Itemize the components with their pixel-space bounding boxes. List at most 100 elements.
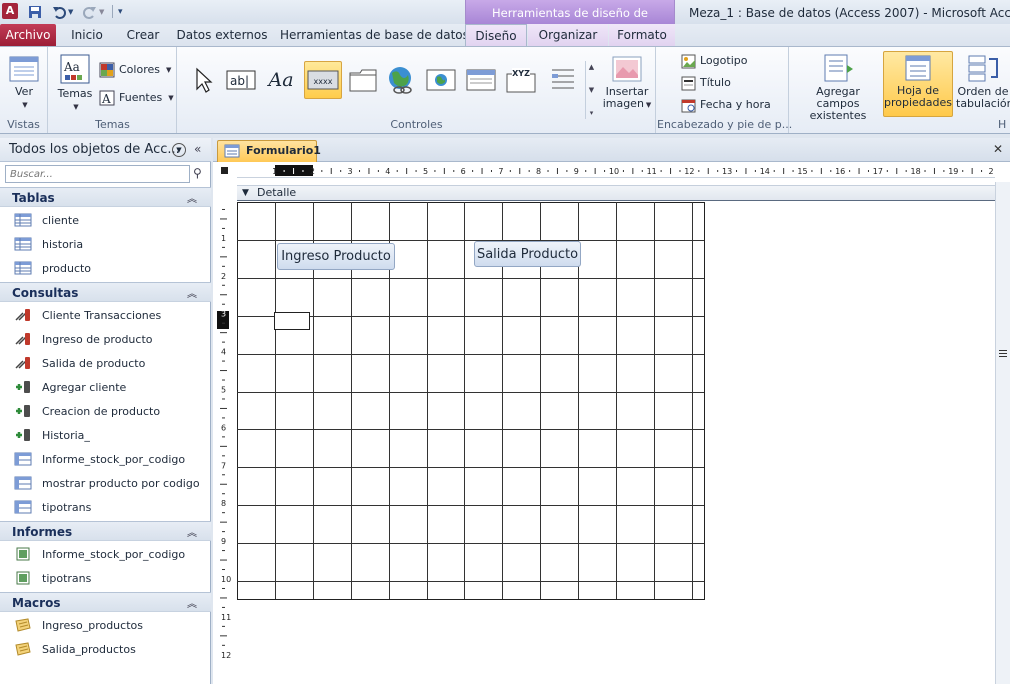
label-tool[interactable]: Aa [264,63,298,97]
nav-item[interactable]: Ingreso_productos [0,613,210,637]
search-icon[interactable]: ⚲ [193,166,202,180]
nav-item[interactable]: Cliente Transacciones [0,303,210,327]
hoja-propiedades-button[interactable]: Hoja de propiedades [883,51,953,117]
horizontal-ruler[interactable]: 1 2 3 4 5 6 7 8 9 10 11 12 13 14 15 16 17 18 19 2 [237,164,995,178]
salida-producto-button[interactable]: Salida Producto [474,241,581,267]
form-selector-icon[interactable] [221,167,228,174]
redo-icon[interactable] [83,4,97,20]
navigation-tool[interactable] [464,63,498,97]
tab-diseno[interactable]: Diseño [465,24,527,47]
ver-button[interactable]: Ver ▼ [4,55,44,111]
ruler-tick-label: 3 [348,167,353,176]
ingreso-producto-button[interactable]: Ingreso Producto [277,243,395,270]
fecha-hora-button[interactable]: Fecha y hora [681,96,771,114]
access-logo-icon[interactable]: A [2,3,18,19]
vertical-scrollbar[interactable] [995,182,1010,684]
undo-icon[interactable] [52,4,66,20]
nav-item[interactable]: Creacion de producto [0,399,210,423]
page-break-tool[interactable] [546,63,580,97]
ruler-corner[interactable] [213,164,237,178]
logotipo-button[interactable]: Logotipo [681,52,747,70]
tab-datos-externos[interactable]: Datos externos [176,24,268,46]
tab-control-tool[interactable] [346,63,380,97]
nav-item[interactable]: mostrar producto por codigo [0,471,210,495]
nav-item[interactable]: historia [0,232,210,256]
collapse-section-icon[interactable]: ︽ [187,285,197,300]
customize-toolbar-icon[interactable]: ▾ [118,4,123,20]
nav-item[interactable]: producto [0,256,210,280]
web-browser-tool[interactable] [424,63,458,97]
collapse-section-icon[interactable]: ︽ [187,524,197,539]
nav-collapse-icon[interactable]: « [194,142,201,156]
option-group-tool[interactable]: XYZ [504,63,538,97]
add-fields-icon [824,54,853,82]
vertical-ruler[interactable]: 123456789101112 [217,202,235,684]
nav-item[interactable]: Salida_productos [0,637,210,661]
nav-item[interactable]: Informe_stock_por_codigo [0,542,210,566]
select-query-icon [15,333,30,345]
nav-item[interactable]: Salida de producto [0,351,210,375]
undo-dropdown-icon[interactable]: ▼ [68,4,73,20]
report-icon [16,571,30,585]
nav-search-input[interactable] [5,165,190,183]
gallery-up-icon[interactable]: ▲ [589,63,594,71]
nav-item-label: Agregar cliente [42,380,127,394]
fuentes-label: Fuentes [119,91,163,104]
fuentes-button[interactable]: A Fuentes ▼ [99,89,174,107]
fecha-hora-label: Fecha y hora [700,98,771,111]
tab-herramientas-bd[interactable]: Herramientas de base de datos [280,24,469,46]
nav-section-informes[interactable]: Informes ︽ [0,521,211,541]
form-design-tools-context: Herramientas de diseño de formulario [465,0,675,46]
nav-item-label: Cliente Transacciones [42,308,162,322]
nav-section-macros[interactable]: Macros ︽ [0,592,211,612]
detail-section-bar[interactable]: ▼ Detalle [237,185,995,201]
macro-icon [15,642,31,656]
tab-order-icon [968,55,998,82]
nav-item[interactable]: tipotrans [0,566,210,590]
redo-dropdown-icon[interactable]: ▼ [99,4,104,20]
temas-button[interactable]: Aa Temas ▼ [55,53,95,113]
collapse-section-icon[interactable]: ︽ [187,190,197,205]
ribbon: Ver ▼ Vistas Aa Temas ▼ Colores ▼ A Fuentes… [0,46,1010,134]
controls-gallery-scroll[interactable]: ▲ ▼ ▾ [585,61,597,119]
tab-formulario1[interactable]: Formulario1 [217,140,321,162]
herramientas-group-label: H [998,118,1007,131]
tab-formato[interactable]: Formato [609,24,675,46]
nav-section-tablas[interactable]: Tablas ︽ [0,187,211,207]
nav-item[interactable]: Historia_ [0,423,210,447]
hyperlink-tool[interactable] [384,63,418,97]
nav-item[interactable]: Ingreso de producto [0,327,210,351]
tab-archivo[interactable]: Archivo [0,24,56,46]
controles-group-label: Controles [390,118,443,131]
temas-group-label: Temas [95,118,130,131]
nav-item[interactable]: Agregar cliente [0,375,210,399]
button-tool[interactable]: xxxx [304,61,342,99]
gallery-more-icon[interactable]: ▾ [590,109,594,117]
nav-title[interactable]: Todos los objetos de Acc... [9,142,180,157]
nav-item[interactable]: Informe_stock_por_codigo [0,447,210,471]
nav-item[interactable]: cliente [0,208,210,232]
nav-item[interactable]: tipotrans [0,495,210,519]
collapse-section-icon[interactable]: ︽ [187,595,197,610]
colores-button[interactable]: Colores ▼ [99,61,171,79]
close-document-icon[interactable]: ✕ [993,142,1003,156]
textbox-tool[interactable]: ab| [224,63,258,97]
nav-menu-dropdown-icon[interactable]: ▼ [172,143,186,157]
agregar-campos-button[interactable]: Agregar campos existentes [794,53,882,122]
tab-organizar[interactable]: Organizar [528,24,608,46]
ruler-tick-label: 4 [385,167,390,176]
titulo-button[interactable]: Título [681,74,731,92]
selected-control-box[interactable] [274,312,310,330]
group-encabezado: Logotipo Título Fecha y hora Encabezado … [657,47,792,133]
gallery-down-icon[interactable]: ▼ [589,86,594,94]
tab-crear[interactable]: Crear [120,24,166,46]
nav-section-consultas[interactable]: Consultas ︽ [0,282,211,302]
tab-inicio[interactable]: Inicio [64,24,110,46]
nav-header[interactable]: Todos los objetos de Acc... ▼ « [0,138,211,162]
nav-item-label: Informe_stock_por_codigo [42,452,186,466]
select-tool[interactable] [186,63,220,97]
insertar-imagen-button[interactable]: Insertar imagen ▼ [600,55,654,111]
save-icon[interactable] [28,4,42,20]
nav-item-label: Ingreso_productos [42,618,143,632]
orden-tabulacion-button[interactable]: Orden de tabulación [956,53,1010,110]
